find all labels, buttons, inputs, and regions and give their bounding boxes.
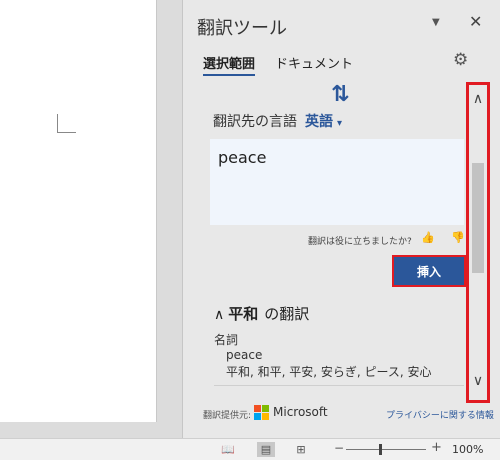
- pane-scrollbar[interactable]: ∧ ∨: [466, 82, 490, 403]
- provider-name: Microsoft: [273, 405, 328, 419]
- scroll-down-icon[interactable]: ∨: [471, 373, 485, 389]
- dictionary-heading-suffix: の翻訳: [264, 305, 310, 323]
- scroll-thumb[interactable]: [472, 163, 484, 273]
- definition-alternatives: 平和, 和平, 平安, 安らぎ, ピース, 安心: [226, 365, 432, 379]
- microsoft-logo-icon: [254, 405, 269, 420]
- thumbs-down-icon[interactable]: 👎: [451, 231, 465, 244]
- feedback-question: 翻訳は役に立ちましたか?: [308, 237, 412, 247]
- chevron-up-icon[interactable]: ∧: [214, 307, 224, 323]
- divider: [214, 385, 464, 386]
- translation-result-box[interactable]: peace: [210, 139, 464, 225]
- definition-word: peace: [226, 348, 263, 362]
- translator-pane: 翻訳ツール ▼ ✕ 選択範囲 ドキュメント ⚙ ⇅ 翻訳先の言語 英語 ▾ peac…: [183, 0, 500, 438]
- target-language-label: 翻訳先の言語: [213, 114, 297, 130]
- zoom-out-button[interactable]: −: [334, 441, 344, 455]
- gear-icon[interactable]: ⚙: [453, 50, 468, 70]
- zoom-level[interactable]: 100%: [452, 443, 483, 456]
- provider-label: 翻訳提供元:: [203, 411, 252, 421]
- part-of-speech-label: 名詞: [214, 333, 239, 347]
- thumbs-up-icon[interactable]: 👍: [421, 231, 435, 244]
- dictionary-heading[interactable]: ∧ 平和 の翻訳: [214, 303, 309, 324]
- status-bar: 📖 ▤ ⊞ − + 100%: [0, 438, 500, 460]
- swap-languages-icon[interactable]: ⇅: [331, 82, 350, 107]
- privacy-link[interactable]: プライバシーに関する情報: [386, 408, 494, 421]
- target-language-row: 翻訳先の言語 英語 ▾: [213, 111, 342, 131]
- insert-button[interactable]: 挿入: [392, 255, 466, 287]
- translation-result-text: peace: [218, 148, 267, 167]
- zoom-slider[interactable]: [346, 449, 426, 450]
- read-mode-icon[interactable]: 📖: [219, 442, 237, 457]
- chevron-down-icon[interactable]: ▾: [337, 118, 342, 129]
- pane-options-icon[interactable]: ▼: [432, 17, 440, 28]
- tab-document[interactable]: ドキュメント: [275, 53, 353, 72]
- pane-title: 翻訳ツール: [197, 18, 287, 39]
- logo-tile: [254, 405, 261, 412]
- target-language-select[interactable]: 英語: [305, 114, 333, 130]
- close-icon[interactable]: ✕: [469, 12, 482, 31]
- document-area[interactable]: [0, 0, 182, 438]
- logo-tile: [262, 405, 269, 412]
- print-layout-icon[interactable]: ▤: [257, 442, 275, 457]
- margin-corner-mark: [57, 114, 76, 133]
- scroll-up-icon[interactable]: ∧: [471, 91, 485, 107]
- tab-selection[interactable]: 選択範囲: [203, 53, 256, 76]
- document-page[interactable]: [0, 0, 157, 422]
- source-word: 平和: [228, 305, 259, 323]
- web-layout-icon[interactable]: ⊞: [292, 442, 310, 457]
- logo-tile: [254, 413, 261, 420]
- zoom-slider-handle[interactable]: [379, 444, 382, 455]
- logo-tile: [262, 413, 269, 420]
- zoom-in-button[interactable]: +: [431, 440, 442, 455]
